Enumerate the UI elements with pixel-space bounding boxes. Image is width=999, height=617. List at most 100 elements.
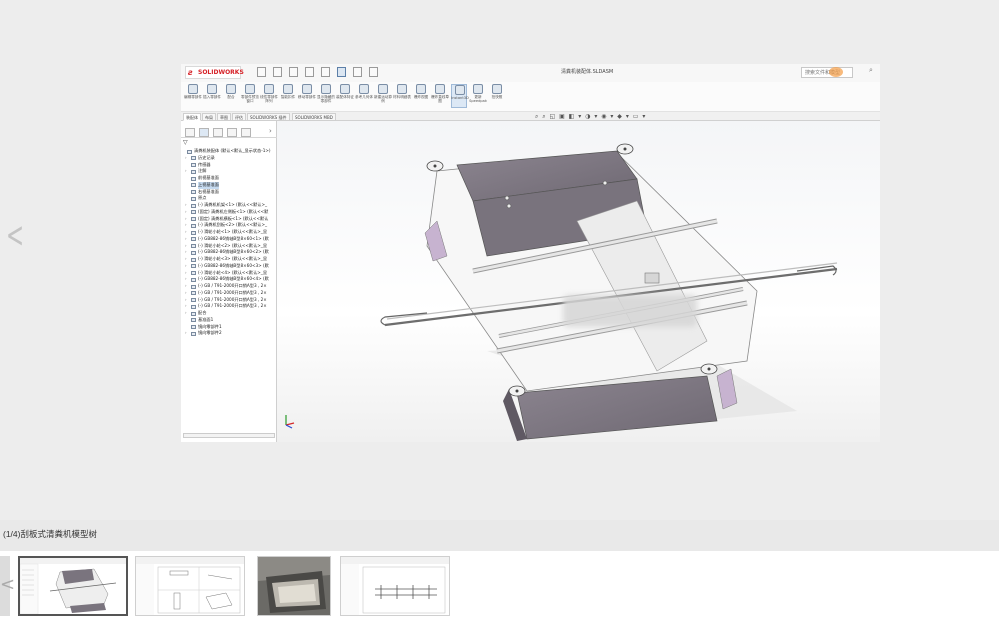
tree-node[interactable]: 右视基准面: [181, 189, 277, 196]
expand-chevron-icon[interactable]: ›: [185, 297, 189, 304]
ribbon-button[interactable]: 爆炸直线草图: [431, 84, 449, 108]
expand-chevron-icon[interactable]: ›: [185, 283, 189, 290]
ribbon-button-label: 爆炸视图: [413, 95, 429, 99]
tree-node[interactable]: 原点: [181, 195, 277, 202]
ribbon-button[interactable]: 插入零部件: [203, 84, 221, 108]
thumbnail-strip: <: [0, 551, 999, 617]
filter-icon: ▽: [183, 139, 188, 146]
tree-node[interactable]: › (-) 滑轮小轮<3> (默认<<默认>_显: [181, 256, 277, 263]
thumbnail-3[interactable]: [257, 556, 331, 616]
tree-node-label: 前视基准面: [198, 175, 219, 180]
tree-node[interactable]: › 镜向零部件2: [181, 330, 277, 337]
ribbon-button[interactable]: 拍快照: [489, 84, 505, 108]
tree-node[interactable]: › (-) 滑轮小轮<1> (默认<<默认>_显: [181, 229, 277, 236]
tree-node[interactable]: 基准面1: [181, 317, 277, 324]
thumbnail-2[interactable]: [135, 556, 245, 616]
expand-chevron-icon[interactable]: ›: [185, 168, 189, 175]
expand-chevron-icon[interactable]: ›: [185, 209, 189, 216]
tree-node-label: (-) 清粪机刮板<2> (默认<<默认>_: [198, 222, 268, 228]
strip-previous-arrow-icon[interactable]: <: [0, 556, 15, 616]
tree-node[interactable]: › (固定) 清粪机横板<1> (默认<<默认: [181, 216, 277, 223]
tree-node[interactable]: › (-) GB882-86销轴B型8×60<3> (默: [181, 263, 277, 270]
ribbon-button[interactable]: 爆炸视图: [413, 84, 429, 108]
tree-node[interactable]: 上视基准面: [181, 181, 277, 189]
ribbon-button[interactable]: 材料明细表: [393, 84, 411, 108]
ribbon-button[interactable]: 移动零部件: [298, 84, 316, 108]
tree-node[interactable]: 镜向零部件1: [181, 324, 277, 331]
ribbon-button[interactable]: 线性零部件阵列: [260, 84, 278, 108]
preview-icon: [245, 84, 255, 94]
ribbon-button[interactable]: 配合: [223, 84, 239, 108]
ribbon-button[interactable]: 显示隐藏的零部件: [317, 84, 335, 108]
expand-chevron-icon[interactable]: ›: [185, 202, 189, 209]
tree-node[interactable]: › (-) GB / T91-2000开口销A型3 , 2×: [181, 290, 277, 297]
previous-image-arrow-icon[interactable]: <: [6, 218, 24, 254]
mirror-icon: [191, 331, 196, 336]
feature-tree: 清粪机装配体 (默认<默认_显示状态-1>) › 历史记录 传感器 › 注解 前视基准面 上视…: [181, 148, 277, 337]
tree-node[interactable]: › (-) 清粪机机架<1> (默认<<默认>_: [181, 202, 277, 209]
expand-chevron-icon[interactable]: ›: [185, 155, 189, 162]
tree-node[interactable]: › (-) GB882-86销轴B型8×60<1> (默: [181, 236, 277, 243]
ribbon-button[interactable]: Instant3D: [451, 84, 469, 108]
command-tab[interactable]: SOLIDWORKS 插件: [247, 113, 290, 121]
tree-node[interactable]: › (-) GB / T91-2000开口销A型3 , 2×: [181, 283, 277, 290]
feature-manager-tabs: ›: [181, 127, 277, 138]
expand-chevron-icon[interactable]: ›: [185, 263, 189, 270]
image-caption: (1/4)刮板式清粪机模型树: [0, 520, 999, 551]
tree-node[interactable]: › (固定) 清粪机左侧板<1> (默认<<默: [181, 209, 277, 216]
command-tab[interactable]: SOLIDWORKS MBD: [292, 113, 336, 121]
ribbon-button-label: 零部件预览窗口: [241, 95, 259, 103]
expand-chevron-icon[interactable]: ›: [185, 270, 189, 277]
command-tab[interactable]: 评估: [232, 113, 246, 121]
command-tab[interactable]: 草图: [217, 113, 231, 121]
command-tab[interactable]: 装配体: [183, 113, 201, 121]
tree-node[interactable]: 清粪机装配体 (默认<默认_显示状态-1>): [181, 148, 277, 155]
origin-icon: [191, 196, 196, 201]
thumbnail-4[interactable]: [340, 556, 450, 616]
tree-node-label: (固定) 清粪机左侧板<1> (默认<<默: [198, 208, 269, 214]
tree-node[interactable]: › (-) 滑轮小轮<4> (默认<<默认>_显: [181, 270, 277, 277]
tree-node[interactable]: › (-) 清粪机刮板<2> (默认<<默认>_: [181, 222, 277, 229]
expand-chevron-icon[interactable]: ›: [185, 303, 189, 310]
thumbnail-1[interactable]: [18, 556, 128, 616]
expand-chevron-icon[interactable]: ›: [185, 330, 189, 337]
tree-node-label: (-) 滑轮小轮<1> (默认<<默认>_显: [198, 229, 268, 234]
ribbon-button[interactable]: 编辑零部件: [184, 84, 202, 108]
tree-node[interactable]: › (-) GB882-86销轴B型8×60<2> (默: [181, 249, 277, 256]
tree-node-label: (-) GB882-86销轴B型8×60<1> (默: [198, 235, 269, 241]
tree-node[interactable]: 前视基准面: [181, 175, 277, 182]
expand-chevron-icon[interactable]: ›: [185, 276, 189, 283]
expand-chevron-icon[interactable]: ›: [185, 216, 189, 223]
command-tab[interactable]: 布局: [202, 113, 216, 121]
expand-chevron-icon[interactable]: ›: [185, 256, 189, 263]
tree-node[interactable]: › (-) GB / T91-2000开口销A型3 , 2×: [181, 297, 277, 304]
expand-chevron-icon[interactable]: ›: [185, 222, 189, 229]
explode-sketch-icon: [435, 84, 445, 94]
tree-node[interactable]: › 历史记录: [181, 155, 277, 162]
tree-node[interactable]: › 配合: [181, 310, 277, 317]
tree-node[interactable]: › (-) GB882-86销轴B型8×60<4> (默: [181, 276, 277, 283]
ribbon-button[interactable]: 更新Speedpak: [469, 84, 487, 108]
ribbon-button[interactable]: 零部件预览窗口: [241, 84, 259, 108]
ribbon-button[interactable]: 参考几何体: [355, 84, 373, 108]
expand-chevron-icon[interactable]: ›: [185, 290, 189, 297]
expand-chevron-icon[interactable]: ›: [185, 310, 189, 317]
mates-folder-icon: [191, 311, 196, 316]
expand-chevron-icon[interactable]: ›: [185, 229, 189, 236]
tree-node-label: 上视基准面: [198, 181, 219, 189]
ribbon-button[interactable]: 装配体特征: [336, 84, 354, 108]
tree-node[interactable]: 传感器: [181, 162, 277, 169]
tree-node[interactable]: › (-) GB / T91-2000开口销A型3 , 2×: [181, 303, 277, 310]
part-icon: [191, 284, 196, 289]
ribbon-button[interactable]: 智能扣件: [280, 84, 296, 108]
assembly-icon: [187, 149, 192, 154]
expand-chevron-icon[interactable]: ›: [185, 236, 189, 243]
tree-node[interactable]: › (-) 滑轮小轮<2> (默认<<默认>_显: [181, 243, 277, 250]
axis-triad-icon: [285, 415, 295, 429]
expand-chevron-icon[interactable]: ›: [185, 243, 189, 250]
fastener-icon: [283, 84, 293, 94]
snapshot-icon: [492, 84, 502, 94]
expand-chevron-icon[interactable]: ›: [185, 249, 189, 256]
tree-node[interactable]: › 注解: [181, 168, 277, 175]
ribbon-button[interactable]: 新建运动算例: [374, 84, 392, 108]
